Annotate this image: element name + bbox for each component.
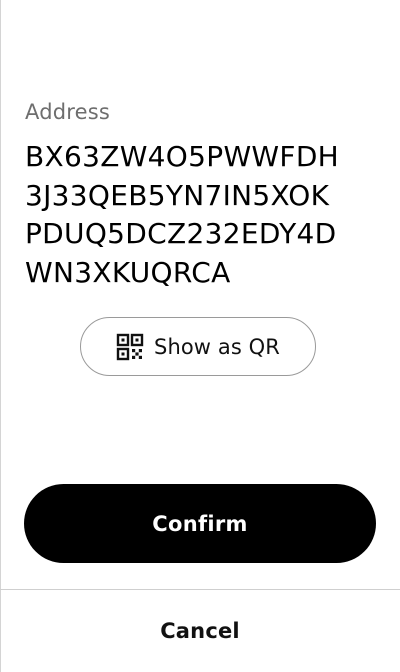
cancel-button[interactable]: Cancel [0, 590, 400, 672]
address-line: WN3XKUQRCA [25, 255, 231, 289]
address-line: 3J33QEB5YN7IN5XOK [25, 178, 330, 212]
show-as-qr-label: Show as QR [154, 334, 280, 359]
confirm-label: Confirm [152, 511, 248, 536]
address-label: Address [25, 100, 111, 124]
address-value: BX63ZW4O5PWWFDH 3J33QEB5YN7IN5XOK PDUQ5D… [25, 138, 385, 292]
confirm-button[interactable]: Confirm [24, 484, 376, 563]
address-line: PDUQ5DCZ232EDY4D [25, 217, 337, 250]
left-edge-divider [0, 0, 1, 672]
cancel-label: Cancel [160, 619, 240, 643]
qr-code-icon [116, 333, 144, 360]
address-confirmation-screen: Address BX63ZW4O5PWWFDH 3J33QEB5YN7IN5XO… [0, 0, 400, 672]
address-line: BX63ZW4O5PWWFDH [25, 140, 340, 173]
show-as-qr-button[interactable]: Show as QR [80, 317, 316, 376]
